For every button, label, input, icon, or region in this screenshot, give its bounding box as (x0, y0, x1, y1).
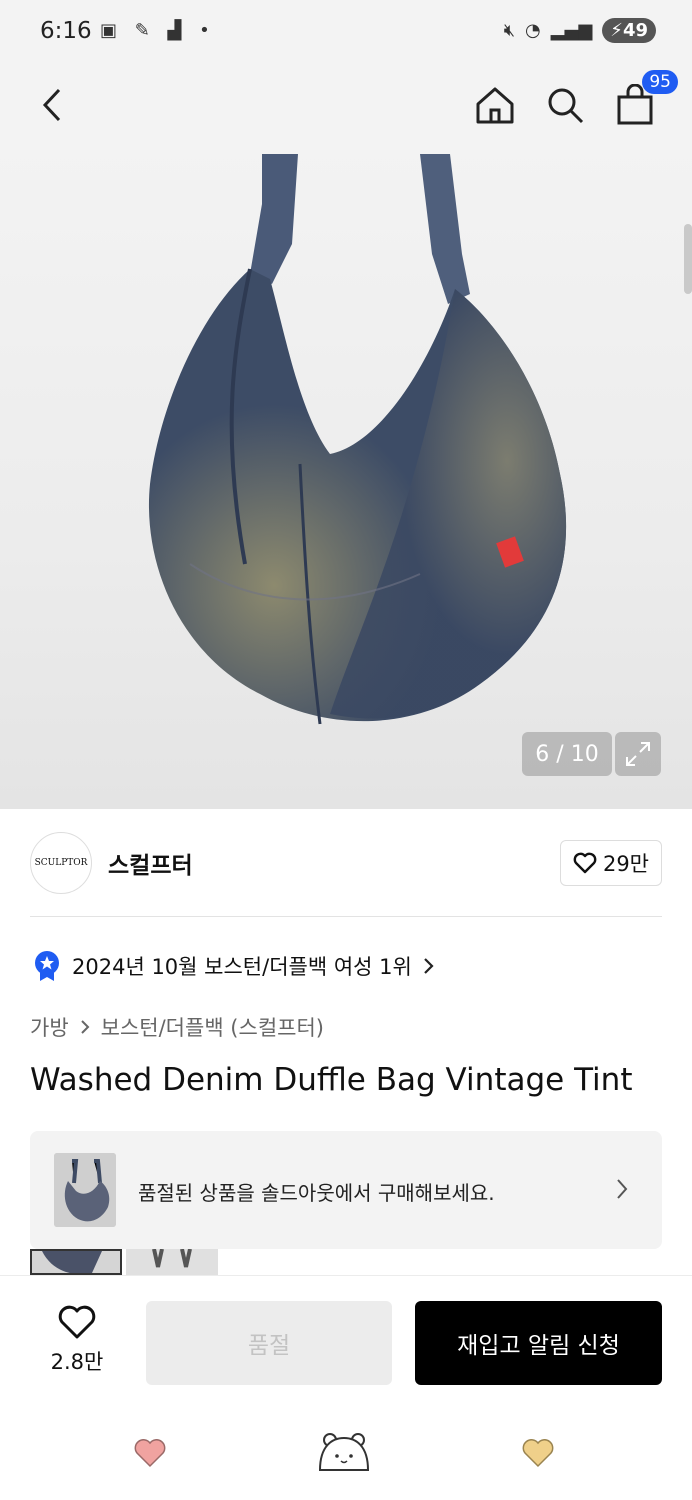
signal-icon: ▂▄▆ (550, 20, 593, 41)
chevron-left-icon (42, 88, 61, 122)
home-button[interactable] (472, 82, 518, 128)
brand-row: SCULPTOR 스컬프터 29만 (30, 830, 662, 894)
status-right: 🔇︎ ◔ ▂▄▆ ⚡49 (504, 18, 656, 43)
product-title: Washed Denim Duffle Bag Vintage Tint (30, 1062, 633, 1098)
restock-alert-button[interactable]: 재입고 알림 신청 (415, 1301, 662, 1385)
ranking-text: 2024년 10월 보스턴/더플백 여성 1위 (72, 955, 412, 979)
cart-button[interactable]: 95 (612, 70, 678, 128)
soldout-banner-text: 품절된 상품을 솔드아웃에서 구매해보세요. (138, 1181, 495, 1205)
thumbnail-strip (30, 1249, 218, 1275)
battery-level: 49 (622, 20, 648, 41)
battery-icon: ⚡49 (602, 18, 656, 43)
expand-icon (626, 742, 650, 766)
breadcrumb-separator-icon (80, 1020, 90, 1034)
status-time: 6:16 (40, 18, 92, 44)
soldout-banner[interactable]: 품절된 상품을 솔드아웃에서 구매해보세요. (30, 1131, 662, 1249)
breadcrumb-category[interactable]: 가방 (30, 1012, 69, 1042)
thumbnail[interactable] (126, 1249, 218, 1275)
wifi-icon: ◔ (525, 20, 541, 41)
image-counter: 6 / 10 (522, 732, 612, 776)
pink-heart-icon[interactable] (133, 1438, 167, 1468)
wishlist-button[interactable]: 2.8만 (44, 1304, 110, 1376)
brand-logo[interactable]: SCULPTOR (30, 832, 92, 894)
search-button[interactable] (542, 82, 588, 128)
soldout-product-thumbnail (54, 1153, 116, 1227)
yellow-heart-icon[interactable] (521, 1438, 555, 1468)
mute-icon: 🔇︎ (503, 20, 516, 41)
home-icon (476, 87, 514, 124)
top-bar: 95 (0, 64, 692, 144)
thumbnail[interactable] (30, 1249, 122, 1275)
ranking-badge-icon (35, 951, 59, 981)
system-nav-bar (0, 1400, 692, 1500)
chevron-right-icon (424, 958, 434, 974)
brand-like-count: 29만 (602, 852, 649, 876)
expand-image-button[interactable] (615, 732, 661, 776)
bottom-action-bar: 2.8만 품절 재입고 알림 신청 (0, 1275, 692, 1401)
product-image-gallery[interactable]: 6 / 10 (0, 144, 692, 809)
chevron-right-icon (617, 1179, 628, 1199)
heart-outline-icon (58, 1305, 96, 1339)
notification-icons: ▣ ✎ ▟ • (100, 20, 216, 41)
brand-name[interactable]: 스컬프터 (108, 846, 193, 880)
bear-icon[interactable] (316, 1430, 372, 1476)
wishlist-count: 2.8만 (50, 1350, 104, 1374)
search-icon (548, 88, 584, 124)
heart-outline-icon (573, 852, 597, 874)
breadcrumb: 가방 보스턴/더플백 (스컬프터) (30, 1012, 324, 1042)
divider (30, 916, 662, 917)
ranking-link[interactable]: 2024년 10월 보스턴/더플백 여성 1위 (32, 950, 436, 982)
brand-like-button[interactable]: 29만 (559, 840, 662, 886)
sold-out-button: 품절 (146, 1301, 392, 1385)
cart-count-badge: 95 (642, 70, 678, 94)
brand-logo-text: SCULPTOR (34, 858, 88, 868)
back-button[interactable] (30, 82, 76, 128)
page-scrollbar[interactable] (684, 224, 692, 294)
product-image (148, 154, 567, 725)
breadcrumb-subcategory[interactable]: 보스턴/더플백 (스컬프터) (101, 1012, 324, 1042)
status-bar: 6:16 ▣ ✎ ▟ • 🔇︎ ◔ ▂▄▆ ⚡49 (0, 0, 692, 64)
